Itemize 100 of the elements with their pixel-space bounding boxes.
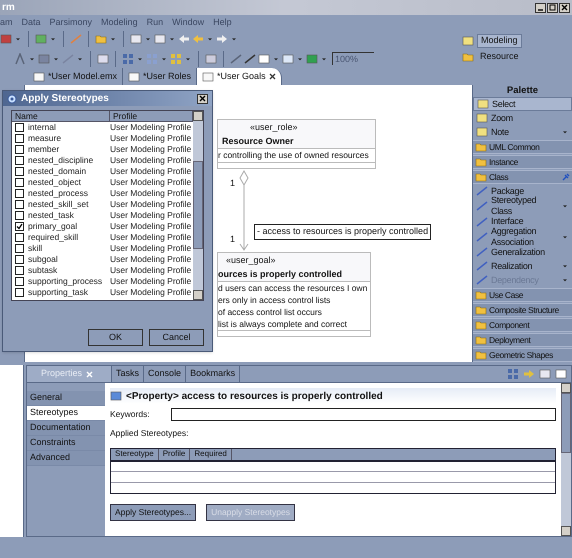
palette-tool[interactable]: Zoom	[473, 111, 572, 125]
checkbox[interactable]	[15, 244, 24, 253]
checkbox[interactable]	[15, 211, 24, 220]
keywords-field[interactable]	[171, 408, 556, 421]
checkbox[interactable]	[15, 255, 24, 264]
section-tab[interactable]: General	[27, 391, 105, 406]
palette-drawer[interactable]: Instance	[473, 155, 572, 169]
class-box[interactable]: «user_goal» ources is properly controlled d users can access the resources I own ers only in access control lists of access control list occurs list is always complete and correct	[217, 252, 371, 337]
tool-icon[interactable]	[477, 98, 489, 110]
class-box[interactable]: «user_role» Resource Owner r controlling the use of owned resources	[217, 119, 376, 169]
scrollbar[interactable]	[193, 111, 203, 300]
stereotype-row[interactable]: nested_discipline User Modeling Profile	[12, 155, 193, 166]
tool-icon[interactable]	[476, 112, 488, 124]
palette-tool[interactable]: Interface	[473, 214, 572, 228]
folder-icon[interactable]	[475, 319, 487, 331]
checkbox[interactable]	[15, 189, 24, 198]
folder-icon[interactable]	[475, 156, 487, 168]
palette-tool[interactable]: Package	[473, 184, 572, 198]
frame-icon[interactable]	[205, 52, 217, 64]
checkbox[interactable]	[15, 178, 24, 187]
checkbox[interactable]	[15, 156, 24, 165]
menu-item[interactable]: Parsimony	[50, 16, 92, 30]
perspective-button[interactable]: Modeling	[477, 34, 522, 48]
column-header[interactable]: Profile	[158, 448, 190, 460]
checkbox[interactable]	[15, 222, 24, 231]
folder-icon[interactable]	[475, 289, 487, 301]
section-tab[interactable]: Stereotypes	[27, 406, 105, 421]
dialog-button[interactable]: OK	[88, 329, 143, 346]
minimize-button[interactable]	[535, 2, 546, 12]
stereotype-row[interactable]: member User Modeling Profile	[12, 144, 193, 155]
checkbox[interactable]	[15, 288, 24, 297]
document-icon[interactable]	[130, 32, 142, 44]
stereotype-row[interactable]: nested_domain User Modeling Profile	[12, 166, 193, 177]
view-tab[interactable]: Tasks	[112, 366, 144, 382]
checkbox[interactable]	[15, 233, 24, 242]
folder-icon[interactable]	[475, 334, 487, 346]
palette-drawer[interactable]: Component	[473, 318, 572, 332]
palette-drawer[interactable]: Composite Structure	[473, 303, 572, 317]
stereotype-row[interactable]: nested_process User Modeling Profile	[12, 188, 193, 199]
palette-tool[interactable]: Select	[473, 97, 572, 111]
palette-drawer[interactable]: UML Common	[473, 140, 572, 154]
folder-icon[interactable]	[475, 171, 487, 183]
folder-icon[interactable]	[475, 304, 487, 316]
section-tab[interactable]: Advanced	[27, 451, 105, 466]
stereotype-row[interactable]: subgoal User Modeling Profile	[12, 254, 193, 265]
document-icon[interactable]	[33, 70, 45, 82]
palette-drawer[interactable]: Use Case	[473, 288, 572, 302]
stereotype-row[interactable]: internal User Modeling Profile	[12, 122, 193, 133]
checkbox[interactable]	[15, 200, 24, 209]
stereotype-row[interactable]: nested_task User Modeling Profile	[12, 210, 193, 221]
menu-item[interactable]: am	[0, 16, 13, 30]
palette-tool[interactable]: Stereotyped Class	[473, 198, 572, 214]
stereotype-row[interactable]: nested_object User Modeling Profile	[12, 177, 193, 188]
checkbox[interactable]	[15, 167, 24, 176]
stereotype-row[interactable]: measure User Modeling Profile	[12, 133, 193, 144]
close-button[interactable]	[559, 2, 570, 12]
document-icon[interactable]	[202, 70, 214, 82]
tool-icon[interactable]	[476, 126, 488, 138]
dialog-button[interactable]: Cancel	[149, 329, 204, 346]
view-tab[interactable]: Console	[144, 366, 186, 382]
close-icon[interactable]	[268, 73, 276, 80]
scrollbar[interactable]	[561, 383, 571, 536]
palette-drawer[interactable]: Geometric Shapes	[473, 348, 572, 362]
close-button[interactable]	[197, 94, 208, 104]
checkbox[interactable]	[15, 123, 24, 132]
editor-tab[interactable]: *User Goals	[197, 68, 282, 85]
stereotype-row[interactable]: primary_goal User Modeling Profile	[12, 221, 193, 232]
line-icon[interactable]	[244, 52, 256, 64]
checkbox[interactable]	[15, 277, 24, 286]
palette-drawer[interactable]: Deployment	[473, 333, 572, 347]
menu-item[interactable]: Modeling	[101, 16, 138, 30]
maximize-button[interactable]	[547, 2, 558, 12]
checkbox[interactable]	[15, 145, 24, 154]
association-label[interactable]: - access to resources is properly controlled	[254, 224, 432, 240]
stereotype-row[interactable]: supporting_process User Modeling Profile	[12, 276, 193, 287]
stereotype-row[interactable]: supporting_task User Modeling Profile	[12, 287, 193, 298]
column-header[interactable]: Name	[12, 111, 110, 121]
palette-tool[interactable]: Generalization	[473, 245, 572, 259]
stereotype-row[interactable]: nested_skill_set User Modeling Profile	[12, 199, 193, 210]
checkbox[interactable]	[15, 266, 24, 275]
section-tab[interactable]: Constraints	[27, 436, 105, 451]
folder-icon[interactable]	[475, 141, 487, 153]
stereotype-button[interactable]: Apply Stereotypes...	[110, 504, 196, 521]
palette-drawer[interactable]: Class	[473, 170, 572, 184]
palette-tool[interactable]: Note	[473, 125, 572, 139]
perspective-button[interactable]: Resource	[477, 50, 522, 64]
column-header[interactable]: Required	[190, 448, 232, 460]
document-icon[interactable]	[539, 368, 551, 380]
palette-tool[interactable]: Realization	[473, 259, 572, 273]
column-header[interactable]: Stereotype	[111, 448, 159, 460]
folder-icon[interactable]	[475, 349, 487, 361]
palette-tool[interactable]: Aggregation Association	[473, 228, 572, 245]
document-icon[interactable]	[128, 70, 140, 82]
document-icon[interactable]	[154, 32, 166, 44]
stereotype-row[interactable]: required_skill User Modeling Profile	[12, 232, 193, 243]
checkbox[interactable]	[15, 134, 24, 143]
section-tab[interactable]: Documentation	[27, 421, 105, 436]
view-tab[interactable]: Bookmarks	[186, 366, 240, 382]
stereotype-row[interactable]: subtask User Modeling Profile	[12, 265, 193, 276]
stereotype-row[interactable]: skill User Modeling Profile	[12, 243, 193, 254]
